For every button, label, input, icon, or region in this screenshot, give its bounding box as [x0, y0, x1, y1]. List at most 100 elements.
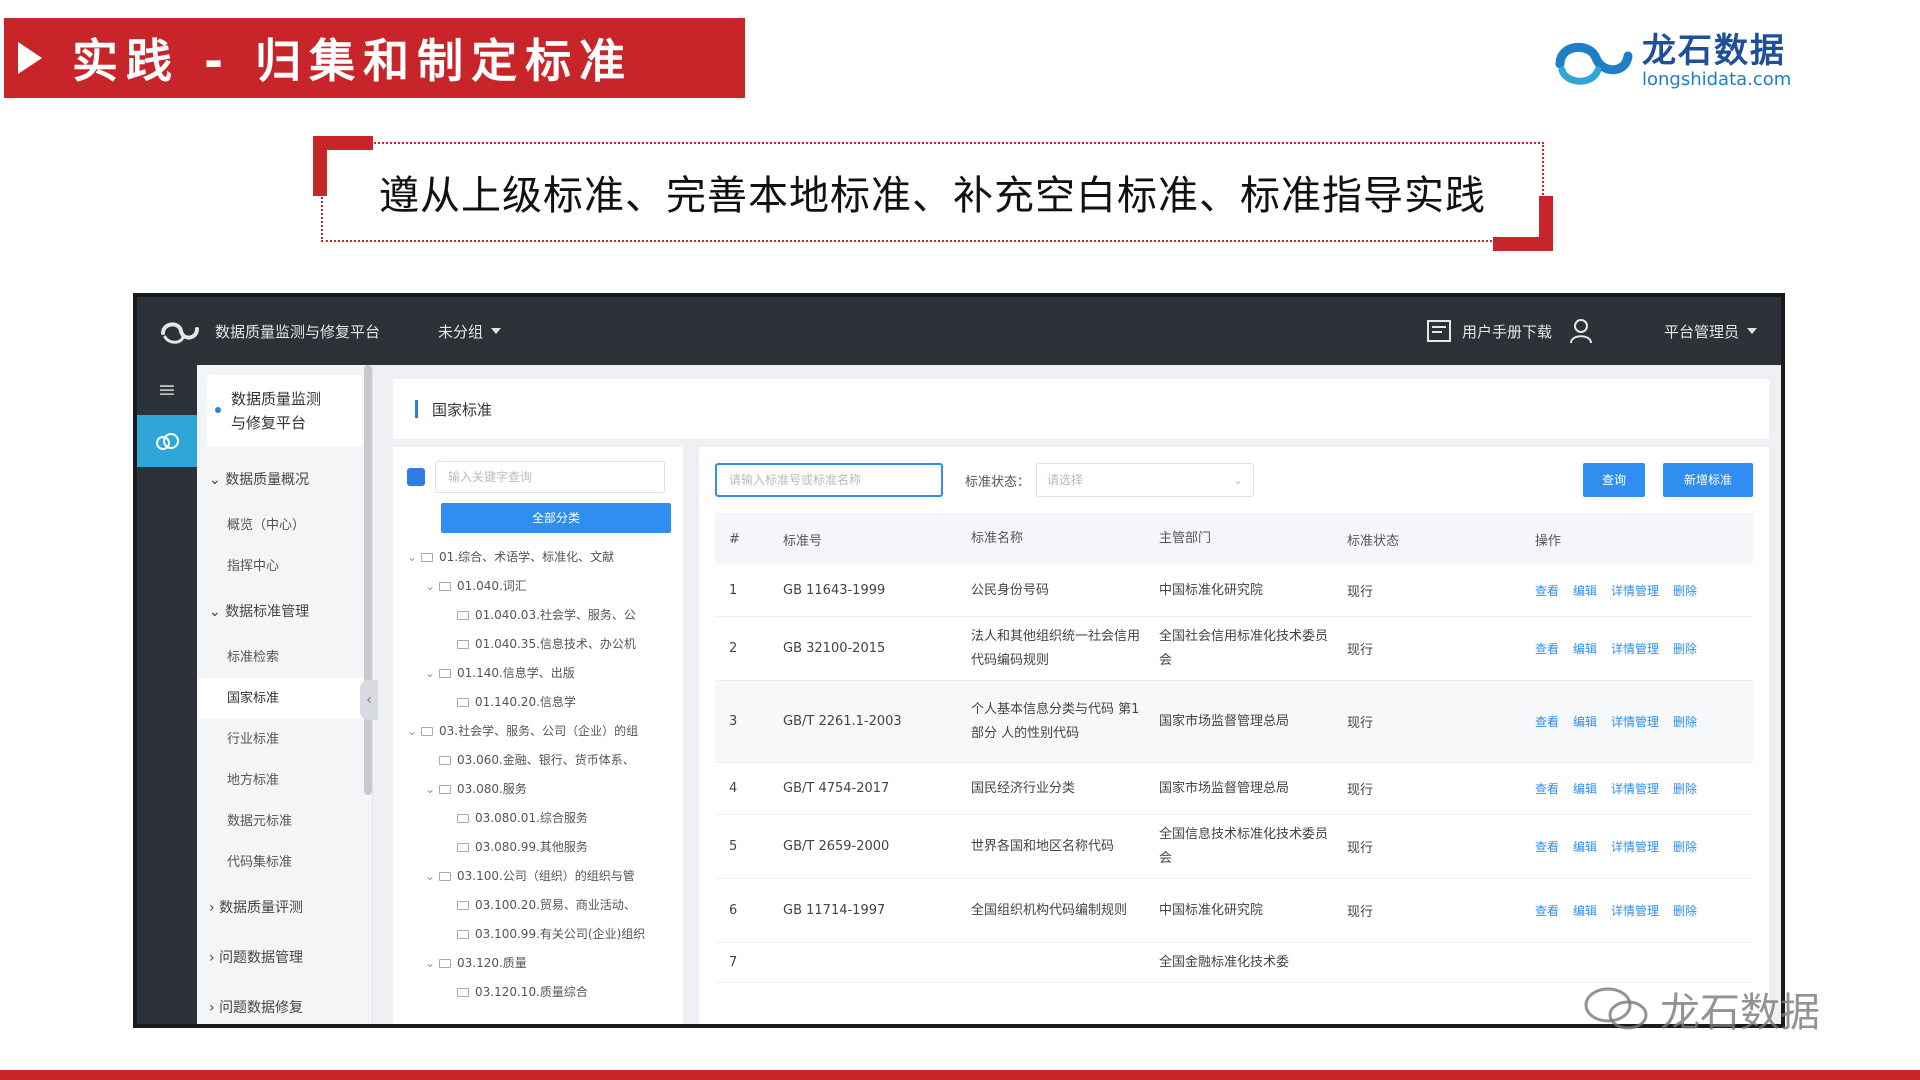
view-link[interactable]: 查看 — [1535, 640, 1559, 657]
column-header: 标准状态 — [1347, 533, 1400, 549]
delete-link[interactable]: 删除 — [1673, 780, 1697, 797]
tree-node[interactable]: ⌄ 03.080.服务 — [407, 775, 675, 804]
expand-toggle-icon[interactable]: ⌄ — [425, 572, 439, 601]
tree-node[interactable]: 03.120.10.质量综合 — [407, 978, 675, 1007]
manual-download-label: 用户手册下载 — [1461, 322, 1552, 341]
all-categories-button[interactable]: 全部分类 — [441, 503, 671, 533]
top-navbar: 数据质量监测与修复平台 未分组 用户手册下载 平台管理员 — [137, 297, 1781, 365]
edit-link[interactable]: 编辑 — [1573, 713, 1597, 730]
table-cell-name: 全国组织机构代码编制规则 — [971, 902, 1128, 918]
tree-node[interactable]: 03.060.金融、银行、货币体系、 — [407, 746, 675, 775]
group-dropdown[interactable]: 未分组 — [438, 321, 502, 342]
sidebar-group-overview[interactable]: ⌄ 数据质量概况 — [197, 455, 372, 505]
user-icon[interactable] — [1568, 317, 1596, 345]
view-link[interactable]: 查看 — [1535, 582, 1559, 599]
tree-search-input[interactable]: 输入关键字查询 — [435, 461, 665, 493]
expand-toggle-icon[interactable]: ⌄ — [425, 775, 439, 804]
sidebar-item-national-standard[interactable]: 国家标准 — [197, 678, 372, 719]
detail-manage-link[interactable]: 详情管理 — [1611, 713, 1659, 730]
expand-toggle-icon[interactable]: ⌄ — [425, 659, 439, 688]
sidebar-item-code-set-standard[interactable]: 代码集标准 — [197, 842, 372, 883]
view-link[interactable]: 查看 — [1535, 780, 1559, 797]
delete-link[interactable]: 删除 — [1673, 640, 1697, 657]
sidebar-item-industry-standard[interactable]: 行业标准 — [197, 719, 372, 760]
table-cell-dept: 全国社会信用标准化技术委员会 — [1159, 628, 1329, 668]
detail-manage-link[interactable]: 详情管理 — [1611, 640, 1659, 657]
chevron-down-icon: ⌄ — [1232, 473, 1244, 487]
edit-link[interactable]: 编辑 — [1573, 582, 1597, 599]
table-cell-no: 6 — [729, 903, 738, 918]
tree-node[interactable]: ⌄ 01.140.信息学、出版 — [407, 659, 675, 688]
expand-toggle-icon[interactable]: ⌄ — [407, 717, 421, 746]
delete-link[interactable]: 删除 — [1673, 582, 1697, 599]
column-header: 标准号 — [783, 533, 823, 549]
sidebar-group-issue-data[interactable]: › 问题数据管理 — [197, 933, 372, 983]
view-link[interactable]: 查看 — [1535, 838, 1559, 855]
brand-logo: 龙石数据 longshidata.com — [1552, 26, 1842, 96]
detail-manage-link[interactable]: 详情管理 — [1611, 582, 1659, 599]
tree-node[interactable]: 03.100.20.贸易、商业活动、 — [407, 891, 675, 920]
sidebar-scrollbar[interactable] — [364, 365, 372, 795]
expand-toggle-icon[interactable]: ⌄ — [425, 949, 439, 978]
add-standard-button[interactable]: 新增标准 — [1663, 463, 1753, 497]
table-cell-no: 3 — [729, 714, 738, 729]
tree-node[interactable]: 03.080.99.其他服务 — [407, 833, 675, 862]
tree-node[interactable]: ⌄ 01.综合、术语学、标准化、文献 — [407, 543, 675, 572]
sidebar-item-local-standard[interactable]: 地方标准 — [197, 760, 372, 801]
user-menu[interactable]: 平台管理员 — [1664, 321, 1757, 342]
tree-node[interactable]: 01.040.03.社会学、服务、公 — [407, 601, 675, 630]
tree-node-label: 03.120.10.质量综合 — [475, 985, 588, 999]
sidebar-group-repair[interactable]: › 问题数据修复 — [197, 983, 372, 1024]
view-link[interactable]: 查看 — [1535, 902, 1559, 919]
table-cell-dept: 全国信息技术标准化技术委员会 — [1159, 826, 1329, 866]
sidebar-item-data-element-standard[interactable]: 数据元标准 — [197, 801, 372, 842]
edit-link[interactable]: 编辑 — [1573, 640, 1597, 657]
expand-toggle-icon[interactable]: ⌄ — [407, 543, 421, 572]
tree-scrollbar[interactable] — [683, 447, 689, 1024]
menu-toggle-icon[interactable]: ≡ — [137, 365, 197, 415]
tree-node[interactable]: ⌄ 03.120.质量 — [407, 949, 675, 978]
collapse-sidebar-icon[interactable]: ‹ — [360, 680, 378, 720]
table-cell-no: 7 — [729, 955, 738, 970]
status-filter-label: 标准状态： — [965, 474, 1031, 490]
tree-node[interactable]: 03.100.99.有关公司(企业)组织 — [407, 920, 675, 949]
cloud-app-icon[interactable] — [137, 415, 197, 467]
title-banner: 实践 - 归集和制定标准 — [4, 18, 745, 98]
standards-table-panel: 请输入标准号或标准名称 标准状态： 请选择 ⌄ 查询 新增标准 # 标准号 标准… — [699, 447, 1769, 1024]
standard-search-input[interactable]: 请输入标准号或标准名称 — [715, 463, 943, 497]
edit-link[interactable]: 编辑 — [1573, 780, 1597, 797]
query-button[interactable]: 查询 — [1583, 463, 1645, 497]
table-cell-no: 5 — [729, 839, 738, 854]
edit-link[interactable]: 编辑 — [1573, 902, 1597, 919]
tree-node-label: 01.040.03.社会学、服务、公 — [475, 608, 636, 622]
sidebar-item-command-center[interactable]: 指挥中心 — [197, 546, 372, 587]
detail-manage-link[interactable]: 详情管理 — [1611, 780, 1659, 797]
detail-manage-link[interactable]: 详情管理 — [1611, 902, 1659, 919]
detail-manage-link[interactable]: 详情管理 — [1611, 838, 1659, 855]
tree-node[interactable]: 01.140.20.信息学 — [407, 688, 675, 717]
tree-node[interactable]: 01.040.35.信息技术、办公机 — [407, 630, 675, 659]
status-select[interactable]: 请选择 ⌄ — [1036, 463, 1255, 497]
platform-card[interactable]: 数据质量监测 与修复平台 — [207, 375, 362, 447]
folder-icon — [457, 640, 469, 649]
sidebar-item-standard-search[interactable]: 标准检索 — [197, 637, 372, 678]
delete-link[interactable]: 删除 — [1673, 902, 1697, 919]
tree-node[interactable]: ⌄ 03.社会学、服务、公司（企业）的组 — [407, 717, 675, 746]
tree-node[interactable]: ⌄ 03.100.公司（组织）的组织与管 — [407, 862, 675, 891]
tree-node[interactable]: ⌄ 01.040.词汇 — [407, 572, 675, 601]
edit-link[interactable]: 编辑 — [1573, 838, 1597, 855]
manual-download-link[interactable]: 用户手册下载 — [1426, 319, 1552, 343]
app-name: 数据质量监测与修复平台 — [215, 322, 381, 341]
table-cell-name: 个人基本信息分类与代码 第1部分 人的性别代码 — [971, 701, 1140, 741]
delete-link[interactable]: 删除 — [1673, 838, 1697, 855]
tree-node-label: 03.社会学、服务、公司（企业）的组 — [439, 724, 639, 738]
view-link[interactable]: 查看 — [1535, 713, 1559, 730]
breadcrumb-marker — [415, 400, 418, 418]
sidebar-group-evaluation[interactable]: › 数据质量评测 — [197, 883, 372, 933]
tree-node[interactable]: 03.080.01.综合服务 — [407, 804, 675, 833]
delete-link[interactable]: 删除 — [1673, 713, 1697, 730]
sidebar-group-standards[interactable]: ⌄ 数据标准管理 — [197, 587, 372, 637]
user-name: 平台管理员 — [1663, 322, 1739, 341]
sidebar-item-overview[interactable]: 概览（中心） — [197, 505, 372, 546]
expand-toggle-icon[interactable]: ⌄ — [425, 862, 439, 891]
